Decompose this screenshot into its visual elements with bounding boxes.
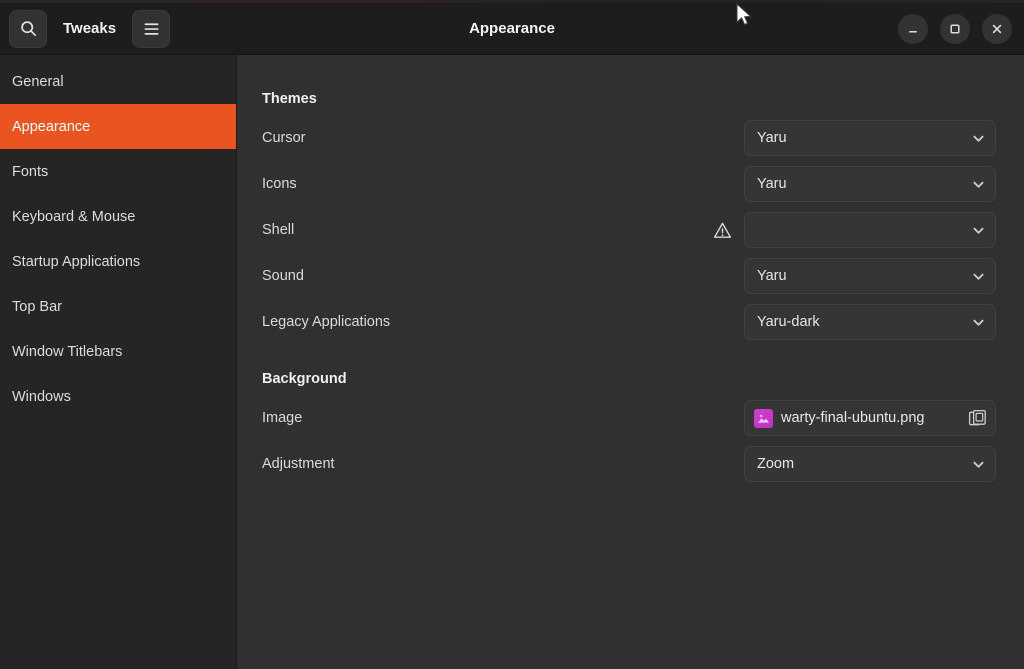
chevron-down-icon [971, 457, 986, 472]
chevron-down-icon [971, 315, 986, 330]
headerbar-left-group: Tweaks [0, 9, 171, 48]
section-heading-themes: Themes [262, 91, 317, 107]
sidebar-item-label: Window Titlebars [12, 343, 123, 360]
dropdown-value-legacy-applications: Yaru-dark [757, 314, 820, 330]
chevron-down-icon [971, 131, 986, 146]
maximize-button[interactable] [940, 13, 970, 44]
window-controls [898, 13, 1012, 44]
setting-label-cursor: Cursor [262, 130, 306, 146]
setting-label-image: Image [262, 410, 303, 426]
window-headerbar: Tweaks Appearance [0, 3, 1024, 55]
setting-row-image: Image warty-final-ubuntu.png [262, 395, 996, 441]
setting-label-shell: Shell [262, 222, 295, 238]
sidebar-item-label: Keyboard & Mouse [12, 208, 136, 225]
sidebar-item-windows[interactable]: Windows [0, 374, 236, 419]
sidebar-item-label: Top Bar [12, 298, 62, 315]
setting-row-adjustment: Adjustment Zoom [262, 441, 996, 487]
sidebar-item-startup-applications[interactable]: Startup Applications [0, 239, 236, 284]
setting-label-adjustment: Adjustment [262, 456, 335, 472]
dropdown-shell[interactable] [744, 212, 996, 248]
minimize-icon [907, 23, 919, 35]
main-menu-button[interactable] [132, 9, 171, 48]
setting-label-icons: Icons [262, 176, 297, 192]
setting-label-legacy-applications: Legacy Applications [262, 314, 391, 330]
sidebar-item-label: Appearance [12, 118, 91, 135]
maximize-icon [949, 23, 961, 35]
sidebar: General Appearance Fonts Keyboard & Mouse St… [0, 55, 237, 669]
setting-row-cursor: Cursor Yaru [262, 115, 996, 161]
setting-row-shell: Shell [262, 207, 996, 253]
sidebar-item-top-bar[interactable]: Top Bar [0, 284, 236, 329]
sidebar-item-appearance[interactable]: Appearance [0, 104, 236, 149]
dropdown-value-cursor: Yaru [757, 130, 787, 146]
search-button[interactable] [9, 9, 47, 48]
main-panel: Themes Cursor Yaru Icons Yaru Shell Sound Yaru L… [237, 55, 1024, 669]
background-image-chooser[interactable]: warty-final-ubuntu.png [744, 400, 996, 436]
app-title: Tweaks [63, 20, 117, 37]
search-icon [20, 20, 37, 37]
hamburger-menu-icon [143, 22, 160, 36]
dropdown-legacy-applications[interactable]: Yaru-dark [744, 304, 996, 340]
sidebar-item-label: Startup Applications [12, 253, 141, 270]
dropdown-icons[interactable]: Yaru [744, 166, 996, 202]
documents-stack-icon[interactable] [968, 409, 987, 428]
setting-row-legacy-applications: Legacy Applications Yaru-dark [262, 299, 996, 345]
warning-triangle-icon [713, 221, 732, 240]
background-image-filename: warty-final-ubuntu.png [781, 410, 925, 426]
chevron-down-icon [971, 223, 986, 238]
setting-row-icons: Icons Yaru [262, 161, 996, 207]
setting-row-sound: Sound Yaru [262, 253, 996, 299]
image-thumbnail-icon [754, 408, 773, 428]
close-button[interactable] [982, 13, 1012, 44]
chevron-down-icon [971, 177, 986, 192]
dropdown-cursor[interactable]: Yaru [744, 120, 996, 156]
sidebar-item-window-titlebars[interactable]: Window Titlebars [0, 329, 236, 374]
settings-content: Themes Cursor Yaru Icons Yaru Shell Sound Yaru L… [237, 55, 1024, 487]
section-heading-background: Background [262, 371, 347, 387]
sidebar-item-label: Windows [12, 388, 71, 405]
setting-label-sound: Sound [262, 268, 304, 284]
sidebar-item-keyboard-mouse[interactable]: Keyboard & Mouse [0, 194, 236, 239]
close-icon [991, 23, 1003, 35]
sidebar-item-label: Fonts [12, 163, 49, 180]
sidebar-item-general[interactable]: General [0, 59, 236, 104]
chevron-down-icon [971, 269, 986, 284]
window-body: General Appearance Fonts Keyboard & Mouse St… [0, 55, 1024, 669]
dropdown-value-icons: Yaru [757, 176, 787, 192]
dropdown-adjustment[interactable]: Zoom [744, 446, 996, 482]
dropdown-value-sound: Yaru [757, 268, 787, 284]
minimize-button[interactable] [898, 13, 928, 44]
dropdown-value-adjustment: Zoom [757, 456, 795, 472]
tweaks-window: Tweaks Appearance General Appearance Fon… [0, 0, 1024, 669]
dropdown-sound[interactable]: Yaru [744, 258, 996, 294]
sidebar-item-label: General [12, 73, 64, 90]
sidebar-item-fonts[interactable]: Fonts [0, 149, 236, 194]
